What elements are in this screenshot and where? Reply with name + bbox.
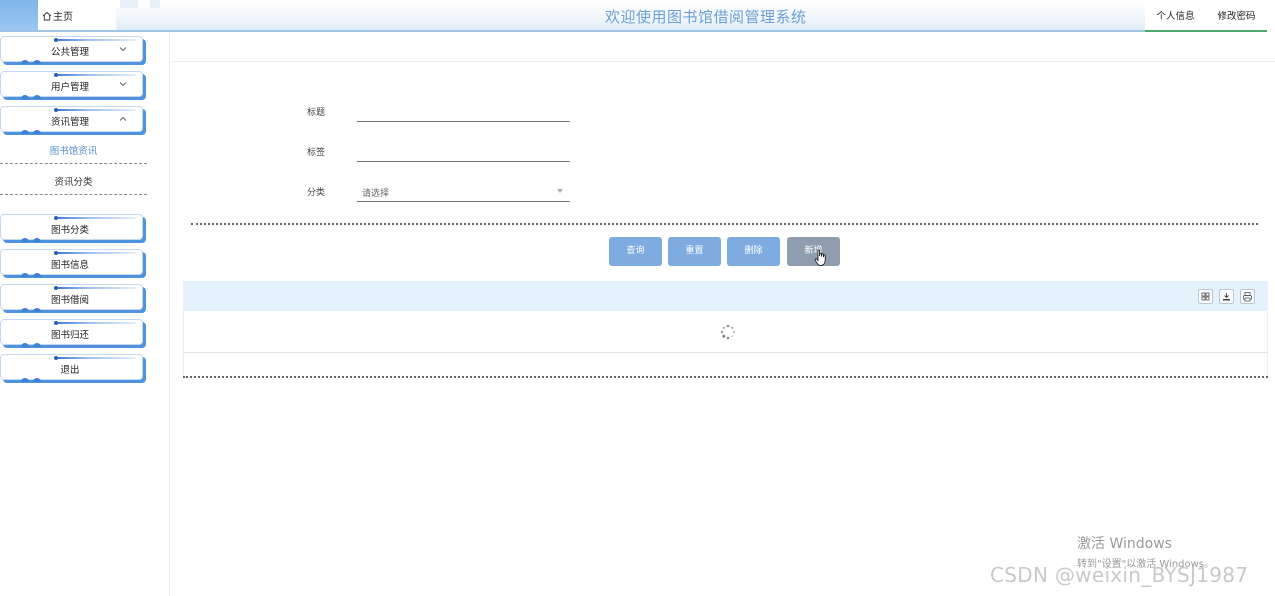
- sidebar-item-news-category[interactable]: 资讯分类: [0, 173, 147, 195]
- table-footer: [183, 353, 1268, 377]
- menu-decoration: [54, 216, 136, 220]
- category-label: 分类: [307, 188, 326, 198]
- tag-input[interactable]: [357, 140, 570, 162]
- form-row-category: 分类 请选择: [307, 180, 570, 202]
- sidebar-menu-label: 退出: [60, 365, 80, 376]
- export-icon[interactable]: [1219, 289, 1234, 304]
- table-body: [183, 311, 1268, 353]
- main-content: 标题 标签 分类 请选择 查询 重置 删除 新增: [171, 61, 1275, 596]
- menu-decoration-dots: [21, 342, 43, 347]
- menu-decoration: [54, 321, 136, 325]
- tag-label: 标签: [307, 148, 326, 158]
- divider: [191, 223, 1258, 225]
- table-toolbar: [183, 281, 1268, 311]
- menu-decoration-dots: [21, 129, 43, 134]
- chevron-down-icon: [119, 47, 127, 52]
- dropdown-caret-icon: [557, 189, 563, 193]
- chevron-down-icon: [119, 82, 127, 87]
- menu-decoration-dots: [21, 237, 43, 242]
- home-tab-accent: [0, 0, 38, 30]
- menu-decoration: [54, 286, 136, 290]
- menu-decoration-dots: [21, 272, 43, 277]
- loading-spinner-icon: [720, 324, 736, 340]
- delete-button[interactable]: 删除: [727, 237, 780, 266]
- category-select[interactable]: 请选择: [357, 180, 570, 202]
- sidebar-item-library-news[interactable]: 图书馆资讯: [0, 142, 147, 164]
- menu-decoration: [54, 356, 136, 360]
- page-title: 欢迎使用图书馆借阅管理系统: [605, 8, 807, 26]
- form-row-title: 标题: [307, 100, 570, 122]
- title-input[interactable]: [357, 100, 570, 122]
- form-row-tag: 标签: [307, 140, 570, 162]
- title-label: 标题: [307, 108, 326, 118]
- sidebar: 公共管理 用户管理 资讯管理 图书馆资讯 资讯分类 图书分类 图书信息 图书借阅…: [0, 32, 170, 596]
- divider: [183, 376, 1268, 378]
- menu-decoration: [54, 251, 136, 255]
- profile-link[interactable]: 个人信息: [1156, 8, 1194, 22]
- sidebar-menu-logout[interactable]: 退出: [0, 354, 143, 382]
- user-links: 个人信息 修改密码: [1145, 0, 1267, 32]
- menu-decoration: [54, 38, 136, 42]
- sidebar-menu-book-return[interactable]: 图书归还: [0, 319, 143, 347]
- windows-watermark-line1: 激活 Windows: [1077, 536, 1172, 552]
- columns-icon[interactable]: [1198, 289, 1213, 304]
- menu-decoration-dots: [21, 307, 43, 312]
- menu-decoration-dots: [21, 59, 43, 64]
- top-header: 主页 欢迎使用图书馆借阅管理系统 个人信息 修改密码: [0, 0, 1275, 32]
- sidebar-menu-public[interactable]: 公共管理: [0, 36, 143, 64]
- sidebar-menu-news[interactable]: 资讯管理: [0, 106, 143, 134]
- change-password-link[interactable]: 修改密码: [1217, 8, 1255, 22]
- menu-decoration-dots: [21, 94, 43, 99]
- home-label: 主页: [53, 12, 73, 23]
- query-button[interactable]: 查询: [609, 237, 662, 266]
- sidebar-menu-book-info[interactable]: 图书信息: [0, 249, 143, 277]
- category-select-placeholder: 请选择: [362, 189, 390, 199]
- header-background: [0, 0, 1145, 32]
- print-icon[interactable]: [1240, 289, 1255, 304]
- hand-cursor-icon: [814, 249, 826, 266]
- sidebar-menu-book-borrow[interactable]: 图书借阅: [0, 284, 143, 312]
- csdn-watermark: CSDN @weixin_BYSJ1987: [990, 563, 1249, 587]
- sidebar-menu-label: 图书借阅: [50, 295, 89, 306]
- sidebar-menu-users[interactable]: 用户管理: [0, 71, 143, 99]
- home-icon: [42, 11, 52, 20]
- sidebar-menu-label: 图书信息: [50, 260, 89, 271]
- sidebar-menu-book-category[interactable]: 图书分类: [0, 214, 143, 242]
- sidebar-menu-label: 图书分类: [50, 225, 89, 236]
- chevron-up-icon: [119, 116, 127, 121]
- menu-decoration: [54, 108, 136, 112]
- menu-decoration: [54, 73, 136, 77]
- sidebar-menu-label: 图书归还: [50, 330, 89, 341]
- reset-button[interactable]: 重置: [668, 237, 721, 266]
- menu-decoration-dots: [21, 377, 43, 382]
- home-tab[interactable]: 主页: [0, 0, 116, 30]
- home-link[interactable]: 主页: [42, 8, 73, 23]
